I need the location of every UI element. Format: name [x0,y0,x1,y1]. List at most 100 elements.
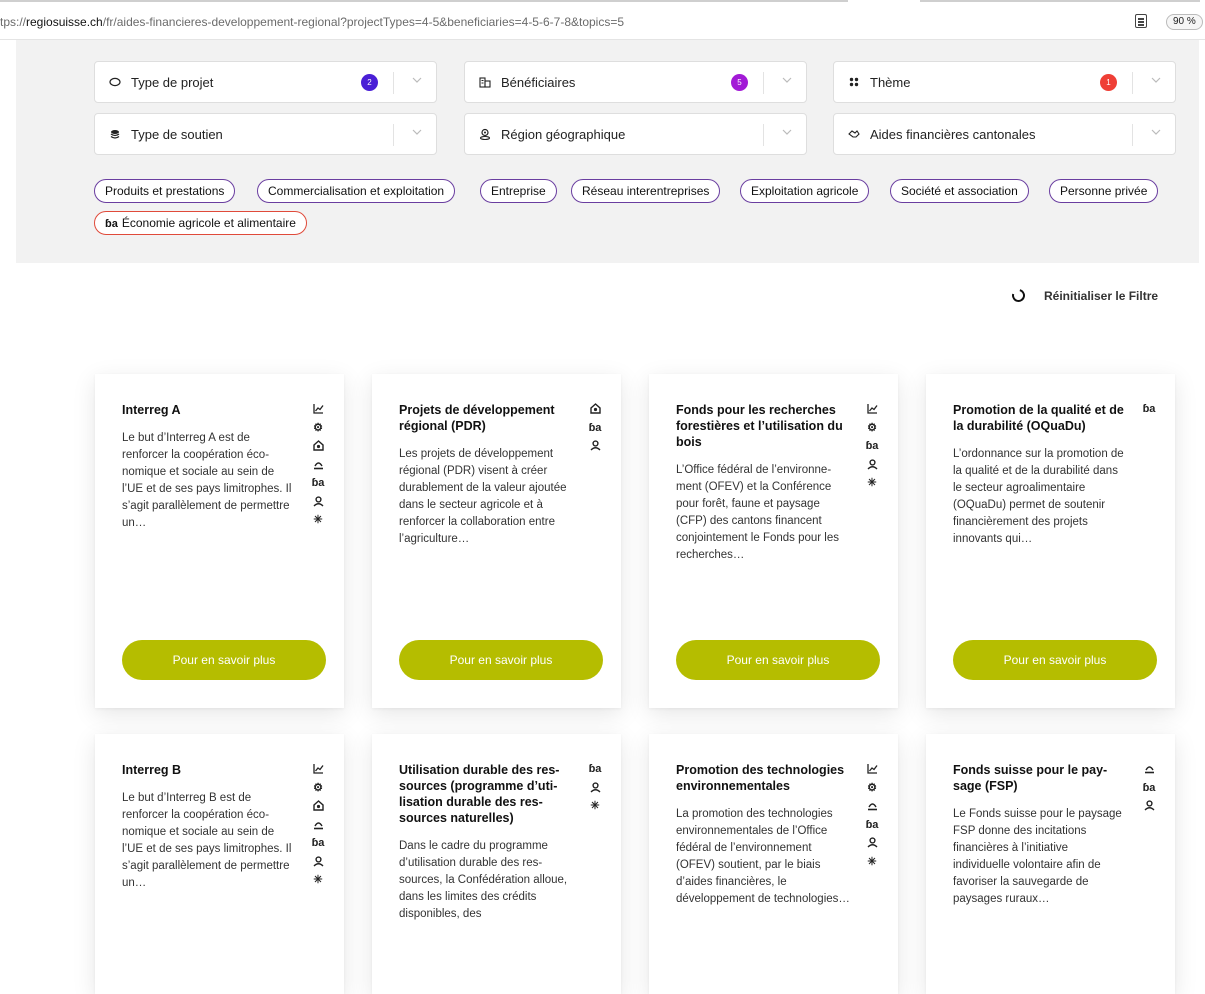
card-title: Promotion de la qualité et de la durabil… [953,403,1124,433]
handshake-icon [848,128,860,140]
reset-icon [1009,286,1028,305]
dropdown-label: Thème [870,75,911,90]
filter-chip-produits-prestations[interactable]: Produits et prestations [94,179,236,203]
learn-more-button[interactable]: Pour en savoir plus [122,640,326,680]
dropdown-label: Bénéficiaires [501,75,576,90]
aid-card: Fonds suisse pour le pay­sage (FSP) Le Fo… [926,734,1175,994]
chart-icon [311,760,325,779]
dropdown-label: Type de soutien [131,127,223,142]
card-title: Interreg A [122,403,181,417]
dropdown-aides-cantonales[interactable]: Aides financières cantonales [833,113,1176,155]
hand-icon [311,816,325,835]
chip-label: Économie agricole et alimentaire [121,216,296,230]
filter-chip-exploitation-agricole[interactable]: Exploitation agricole [740,179,870,203]
card-description: Le Fonds suisse pour le pay­sage FSP don… [953,808,1122,905]
tractor-icon: ɓa [865,818,879,831]
house-icon [311,437,325,456]
chevron-down-icon [782,75,792,85]
filter-chip-reseau-interentreprises[interactable]: Réseau interentreprises [571,179,721,203]
chart-icon [865,760,879,779]
card-theme-icons: ⚙ ɓa ✳ [311,760,325,890]
card-description: Dans le cadre du programme d’utilisation… [399,840,568,920]
zoom-level-badge[interactable]: 90 % [1166,14,1203,30]
filter-chip-economie-agricole[interactable]: ɓa Économie agricole et alimentaire [94,211,307,235]
divider [1132,124,1133,146]
card-title: Fonds suisse pour le pay­sage (FSP) [953,763,1108,793]
building-icon [479,76,491,88]
tractor-icon: ɓa [105,218,118,230]
learn-more-button[interactable]: Pour en savoir plus [953,640,1157,680]
dropdown-region-geographique[interactable]: Région géographique [464,113,807,155]
learn-more-button[interactable]: Pour en savoir plus [676,640,880,680]
dropdown-type-de-soutien[interactable]: Type de soutien [94,113,437,155]
aid-card: Utilisation durable des res­sources (pro… [372,734,621,994]
house-icon [588,400,602,419]
aid-card: Interreg A Le but d’Interreg A est de ren… [95,374,344,708]
tractor-icon: ɓa [1142,781,1156,794]
filter-chip-personne-privee[interactable]: Personne privée [1049,179,1159,203]
dropdown-label: Type de projet [131,75,214,90]
chevron-down-icon [412,75,422,85]
gear-icon: ⚙ [867,781,877,794]
tractor-icon: ɓa [865,440,879,452]
filter-chip-commercialisation[interactable]: Commercialisation et exploitation [257,179,456,203]
url-field[interactable]: tps://regiosuisse.ch/fr/aides-financiere… [0,15,624,29]
url-domain: regiosuisse.ch [26,15,103,29]
card-description: Le but d’Interreg A est de renforcer la … [122,432,292,529]
tractor-icon: ɓa [588,763,602,775]
tractor-icon: ɓa [311,837,325,849]
card-theme-icons: ⚙ ɓa ✳ [865,760,879,871]
dropdown-type-de-projet[interactable]: Type de projet 2 [94,61,437,103]
aid-card: Promotion de la qualité et de la durabil… [926,374,1175,708]
chevron-down-icon [782,127,792,137]
person-icon [865,834,879,853]
divider [393,72,394,94]
card-theme-icons: ⚙ ɓa ✳ [865,400,879,493]
card-theme-icons: ɓa [1142,400,1156,419]
chevron-down-icon [1151,75,1161,85]
count-badge: 5 [731,74,748,91]
sun-icon: ✳ [313,874,323,886]
hand-icon [1142,760,1156,779]
chart-icon [865,400,879,419]
divider [1132,72,1133,94]
card-description: L’ordonnance sur la promo­tion de la qua… [953,448,1124,545]
card-theme-icons: ɓa ✳ [588,760,602,816]
person-icon [1142,797,1156,816]
gear-icon: ⚙ [313,421,323,434]
tractor-icon: ɓa [1142,403,1156,415]
reader-view-icon[interactable] [1135,14,1147,28]
tab-strip-edge-right [920,0,1200,2]
divider [763,72,764,94]
coins-icon [109,128,121,140]
dropdown-beneficiaires[interactable]: Bénéficiaires 5 [464,61,807,103]
person-icon [311,853,325,872]
person-icon [588,779,602,798]
reset-label: Réinitialiser le Filtre [1044,289,1159,303]
location-icon [479,128,491,141]
aid-card: Fonds pour les recherches forestières et… [649,374,898,708]
tractor-icon: ɓa [311,477,325,489]
learn-more-button[interactable]: Pour en savoir plus [399,640,603,680]
filter-chip-entreprise[interactable]: Entreprise [480,179,557,203]
card-description: L’Office fédéral de l’environne­ment (OF… [676,464,840,561]
aid-card: Promotion des technolo­gies environnemen… [649,734,898,994]
card-title: Interreg B [122,763,182,777]
aid-card: Projets de développement régional (PDR) L… [372,374,621,708]
sun-icon: ✳ [590,800,600,812]
chevron-down-icon [412,127,422,137]
card-title: Projets de développement régional (PDR) [399,403,555,433]
card-theme-icons: ⚙ ɓa ✳ [311,400,325,530]
card-description: Le but d’Interreg B est de renforcer la … [122,792,292,889]
dropdown-theme[interactable]: Thème 1 [833,61,1176,103]
divider [393,124,394,146]
chart-icon [311,400,325,419]
tab-strip-edge [0,0,848,2]
hand-icon [311,456,325,475]
gear-icon: ⚙ [867,421,877,434]
card-theme-icons: ɓa [1142,760,1156,816]
dropdown-label: Aides financières cantonales [870,127,1036,142]
filter-chip-societe-association[interactable]: Société et association [890,179,1029,203]
divider [763,124,764,146]
hand-icon [865,797,879,816]
